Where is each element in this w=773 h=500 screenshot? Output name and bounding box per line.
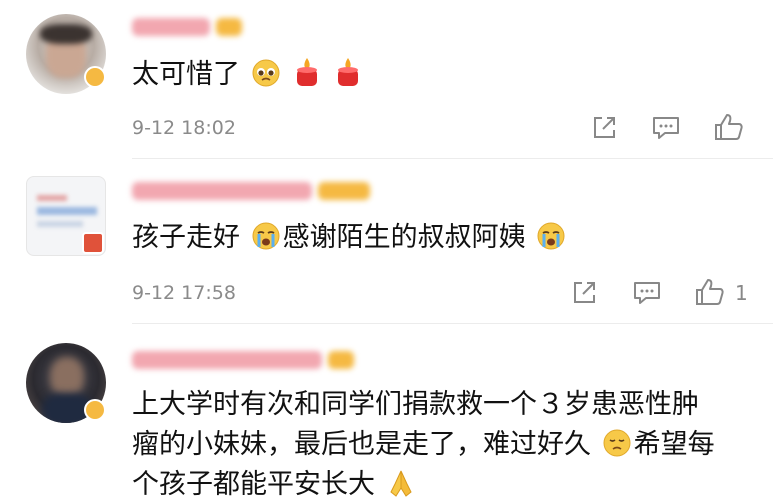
comment-text: 孩子走好 感谢陌生的叔叔阿姨 [132,219,568,257]
comment-text: 太可惜了 [132,56,364,94]
like-icon [715,114,743,140]
comment-item: 上大学时有次和同学们捐款救一个３岁患恶性肿 瘤的小妹妹，最后也是走了，难过好久 … [0,325,773,500]
share-icon [574,282,595,303]
verified-badge [84,66,106,88]
crying-face-emoji [252,222,280,250]
comment-item: 太可惜了 9-12 18:02 [0,0,773,160]
comment-time: 9-12 18:02 [132,117,236,139]
candle-emoji [337,58,358,86]
reply-button[interactable] [651,114,681,142]
comment-text: 上大学时有次和同学们捐款救一个３岁患恶性肿 瘤的小妹妹，最后也是走了，难过好久 … [132,385,715,500]
like-icon [696,279,724,305]
comment-time: 9-12 17:58 [132,282,236,304]
crying-face-emoji [537,222,565,250]
divider [132,158,773,159]
candle-emoji [297,58,318,86]
like-count: 1 [735,281,748,305]
share-button[interactable] [570,279,598,307]
like-button[interactable] [694,277,726,307]
divider [132,323,773,324]
pleading-face-emoji [252,59,280,87]
share-icon [594,117,615,138]
like-button[interactable] [713,112,745,142]
username[interactable] [132,178,372,206]
comment-line: 个孩子都能平安长大 [132,465,715,500]
reply-button[interactable] [632,279,662,307]
praying-hands-emoji [389,470,412,497]
comment-line: 上大学时有次和同学们捐款救一个３岁患恶性肿 [132,389,699,420]
comment-item: 孩子走好 感谢陌生的叔叔阿姨 9-12 17:58 1 [0,160,773,325]
verified-badge [84,399,106,421]
username[interactable] [132,14,252,42]
comment-icon [634,282,660,304]
sad-face-emoji [603,429,631,457]
comment-line: 瘤的小妹妹，最后也是走了，难过好久 希望每 [132,429,715,460]
comment-icon [653,117,679,139]
share-button[interactable] [590,114,618,142]
verified-badge [82,232,104,254]
username[interactable] [132,347,362,375]
